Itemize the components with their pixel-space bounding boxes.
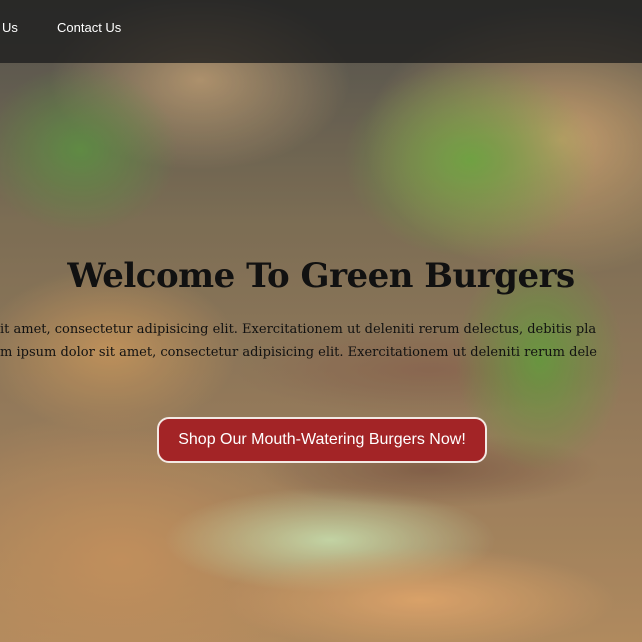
- hero-paragraph-text-2: m ipsum dolor sit amet, consectetur adip…: [0, 345, 597, 360]
- top-navbar: Us Contact Us: [0, 0, 642, 63]
- hero-paragraph-line-1: it amet, consectetur adipisicing elit. E…: [0, 322, 642, 337]
- nav-link-about-us[interactable]: Us: [2, 20, 18, 35]
- shop-now-button[interactable]: Shop Our Mouth-Watering Burgers Now!: [157, 417, 487, 463]
- hero-paragraph-line-2: m ipsum dolor sit amet, consectetur adip…: [0, 345, 642, 360]
- hero-paragraph-text-1: it amet, consectetur adipisicing elit. E…: [0, 322, 597, 337]
- hero-title: Welcome To Green Burgers: [67, 256, 575, 296]
- nav-link-contact-us[interactable]: Contact Us: [57, 20, 121, 35]
- hero-overlay: [0, 0, 642, 642]
